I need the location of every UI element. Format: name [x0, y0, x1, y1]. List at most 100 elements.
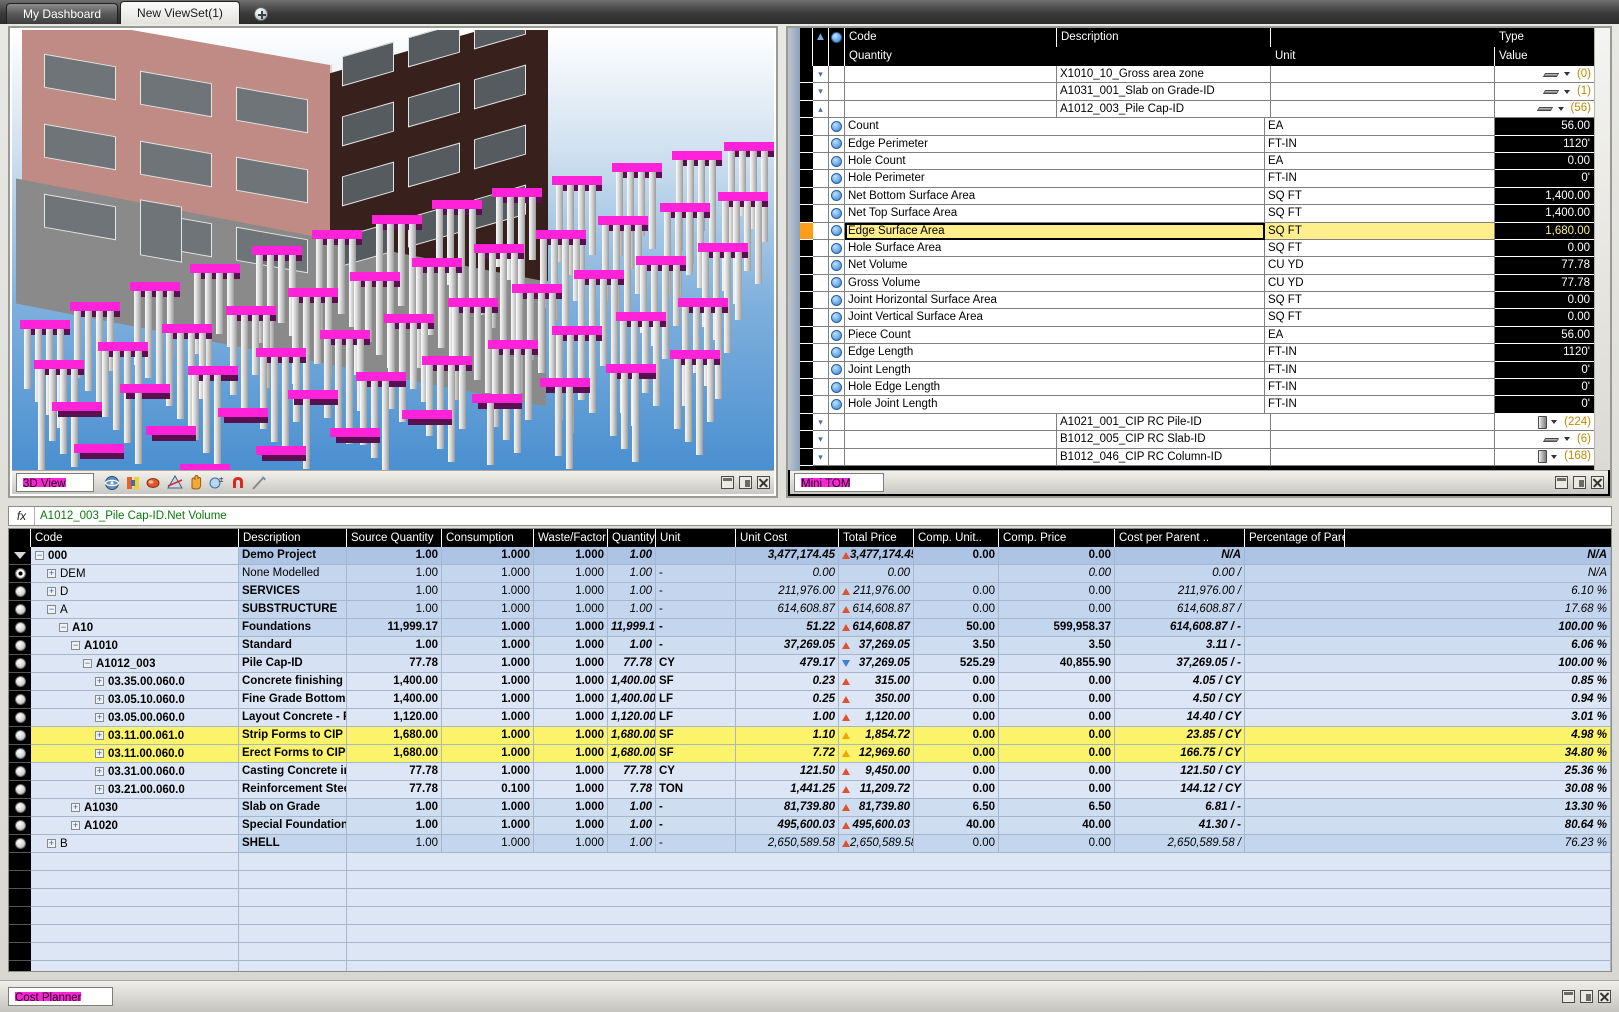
properties-quantity-row[interactable]: Hole Surface AreaSQ FT0.00 — [800, 240, 1594, 257]
tom-mode-selector[interactable]: Mini TOM — [794, 473, 884, 492]
table-row[interactable]: +DEMNone Modelled1.001.0001.0001.00-0.00… — [9, 565, 1611, 583]
viewport-minimize-icon[interactable] — [721, 476, 734, 489]
tree-expander[interactable]: − — [71, 641, 80, 650]
tree-expander[interactable]: + — [95, 677, 104, 686]
tree-expander[interactable]: + — [95, 749, 104, 758]
row-gutter[interactable] — [9, 691, 31, 709]
tree-expander[interactable]: + — [95, 695, 104, 704]
tree-expander[interactable]: + — [71, 803, 80, 812]
view-mode-selector[interactable]: 3D View — [16, 473, 94, 492]
properties-quantity-row[interactable]: Net VolumeCU YD77.78 — [800, 257, 1594, 274]
tree-expander[interactable]: + — [47, 839, 56, 848]
properties-group-row[interactable]: ▾X1010_10_Gross area zone(0) — [800, 66, 1594, 83]
properties-quantity-row[interactable]: Edge PerimeterFT-IN1120' — [800, 136, 1594, 153]
formula-input[interactable]: A1012_003_Pile Cap-ID.Net Volume — [35, 507, 1611, 525]
row-gutter[interactable] — [9, 637, 31, 655]
properties-quantity-row[interactable]: Hole CountEA0.00 — [800, 153, 1594, 170]
properties-quantity-row[interactable]: Hole Edge LengthFT-IN0' — [800, 379, 1594, 396]
row-gutter[interactable] — [9, 727, 31, 745]
row-gutter[interactable] — [9, 835, 31, 853]
properties-group-row[interactable]: ▾A1021_001_CIP RC Pile-ID(224) — [800, 414, 1594, 431]
viewport-close-icon[interactable] — [757, 476, 770, 489]
empty-row[interactable] — [9, 961, 1611, 972]
row-gutter[interactable] — [9, 583, 31, 601]
properties-quantity-row[interactable]: Hole Joint LengthFT-IN0' — [800, 396, 1594, 413]
row-gutter[interactable] — [9, 565, 31, 583]
row-gutter[interactable] — [9, 781, 31, 799]
tree-expander[interactable]: + — [95, 731, 104, 740]
properties-quantity-row[interactable]: Net Top Surface AreaSQ FT1,400.00 — [800, 205, 1594, 222]
zoom-extents-icon[interactable]: ± — [208, 474, 226, 492]
empty-row[interactable] — [9, 889, 1611, 907]
empty-row[interactable] — [9, 853, 1611, 871]
row-gutter[interactable] — [9, 547, 31, 565]
properties-quantity-row[interactable]: Piece CountEA56.00 — [800, 327, 1594, 344]
row-gutter[interactable] — [9, 709, 31, 727]
tree-expander[interactable]: + — [71, 821, 80, 830]
magnet-icon[interactable] — [229, 474, 247, 492]
table-row[interactable]: +03.31.00.060.0Casting Concrete in place… — [9, 763, 1611, 781]
properties-minimize-icon[interactable] — [1555, 476, 1568, 489]
table-row[interactable]: −000Demo Project1.001.0001.0001.003,477,… — [9, 547, 1611, 565]
properties-quantity-row[interactable]: Edge Surface AreaSQ FT1,680.00 — [800, 223, 1594, 240]
properties-quantity-row[interactable]: Joint LengthFT-IN0' — [800, 362, 1594, 379]
table-row[interactable]: +03.35.00.060.0Concrete finishing to - P… — [9, 673, 1611, 691]
tree-expander[interactable]: + — [47, 569, 56, 578]
tree-expander[interactable]: − — [35, 551, 44, 560]
expander-toggle[interactable]: ▾ — [813, 66, 829, 83]
properties-quantity-row[interactable]: Joint Vertical Surface AreaSQ FT0.00 — [800, 309, 1594, 326]
add-tab-button[interactable] — [248, 3, 274, 24]
empty-row[interactable] — [9, 871, 1611, 889]
row-gutter[interactable] — [9, 619, 31, 637]
properties-group-row[interactable]: ▴A1012_003_Pile Cap-ID(56) — [800, 101, 1594, 118]
tree-expander[interactable]: − — [47, 605, 56, 614]
pan-hand-icon[interactable] — [187, 474, 205, 492]
table-row[interactable]: +A1020Special Foundations1.001.0001.0001… — [9, 817, 1611, 835]
table-row[interactable]: +03.05.10.060.0Fine Grade Bottom at - Pi… — [9, 691, 1611, 709]
properties-quantity-row[interactable]: Gross VolumeCU YD77.78 — [800, 275, 1594, 292]
properties-quantity-row[interactable]: Net Bottom Surface AreaSQ FT1,400.00 — [800, 188, 1594, 205]
properties-group-row[interactable]: ▾A1031_001_Slab on Grade-ID(1) — [800, 83, 1594, 100]
row-gutter[interactable] — [9, 763, 31, 781]
empty-row[interactable] — [9, 943, 1611, 961]
properties-dock-icon[interactable] — [1573, 476, 1586, 489]
tree-expander[interactable]: + — [95, 785, 104, 794]
tab-new-viewset[interactable]: New ViewSet(1) — [120, 1, 240, 24]
measure-icon[interactable] — [250, 474, 268, 492]
table-row[interactable]: +03.05.00.060.0Layout Concrete - Pile Ca… — [9, 709, 1611, 727]
tree-expander[interactable]: + — [95, 767, 104, 776]
properties-group-row[interactable]: ▾B1012_046_CIP RC Column-ID(168) — [800, 449, 1594, 466]
properties-left-scrollbar[interactable] — [788, 28, 800, 470]
tree-expander[interactable]: − — [59, 623, 68, 632]
properties-grid[interactable]: ▲CodeDescriptionTypeQuantityUnitValue▾X1… — [800, 28, 1594, 470]
tab-my-dashboard[interactable]: My Dashboard — [6, 3, 118, 24]
tree-expander[interactable]: + — [95, 713, 104, 722]
window-dock-icon[interactable] — [1580, 990, 1593, 1003]
table-row[interactable]: +A1030Slab on Grade1.001.0001.0001.00-81… — [9, 799, 1611, 817]
tree-expander[interactable]: − — [83, 659, 92, 668]
properties-quantity-row[interactable]: Hole PerimeterFT-IN0' — [800, 170, 1594, 187]
zoom-icon[interactable] — [145, 474, 163, 492]
table-row[interactable]: +03.11.00.061.0Strip Forms to CIP Concre… — [9, 727, 1611, 745]
tree-expander[interactable]: + — [47, 587, 56, 596]
properties-quantity-row[interactable]: Joint Horizontal Surface AreaSQ FT0.00 — [800, 292, 1594, 309]
expander-toggle[interactable]: ▴ — [813, 101, 829, 118]
row-gutter[interactable] — [9, 655, 31, 673]
table-row[interactable]: −ASUBSTRUCTURE1.001.0001.0001.00-614,608… — [9, 601, 1611, 619]
table-row[interactable]: −A1012_003Pile Cap-ID77.781.0001.00077.7… — [9, 655, 1611, 673]
row-gutter[interactable] — [9, 673, 31, 691]
empty-row[interactable] — [9, 925, 1611, 943]
orbit-icon[interactable] — [103, 474, 121, 492]
row-gutter[interactable] — [9, 745, 31, 763]
section-icon[interactable] — [166, 474, 184, 492]
cost-planner-grid[interactable]: CodeDescriptionSource QuantityConsumptio… — [8, 528, 1612, 972]
properties-quantity-row[interactable]: CountEA56.00 — [800, 118, 1594, 135]
row-gutter[interactable] — [9, 601, 31, 619]
row-gutter[interactable] — [9, 817, 31, 835]
expander-toggle[interactable]: ▾ — [813, 449, 829, 466]
properties-quantity-row[interactable]: Edge LengthFT-IN1120' — [800, 344, 1594, 361]
window-close-icon[interactable] — [1598, 990, 1611, 1003]
expander-toggle[interactable]: ▾ — [813, 431, 829, 448]
table-row[interactable]: −A1010Standard1.001.0001.0001.00-37,269.… — [9, 637, 1611, 655]
properties-vertical-scrollbar[interactable] — [1594, 28, 1610, 470]
